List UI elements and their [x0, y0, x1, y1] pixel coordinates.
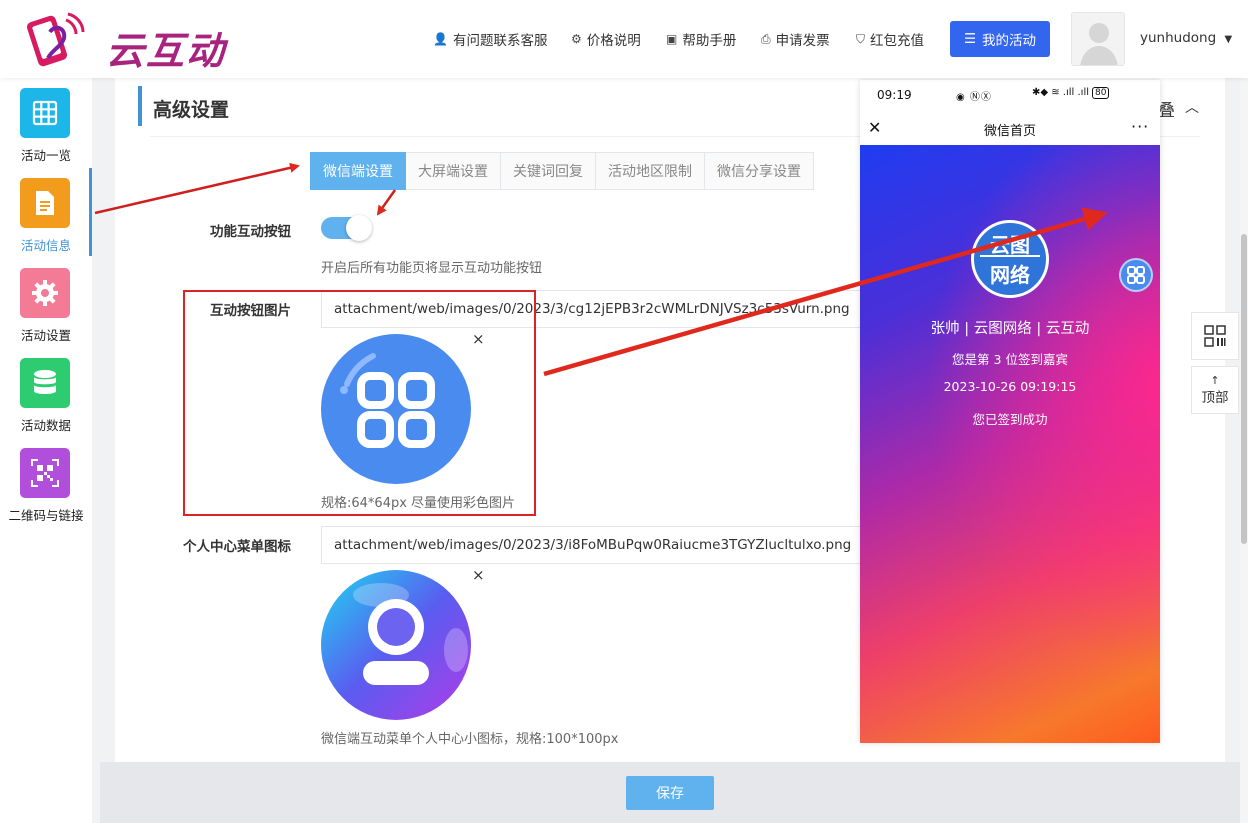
sidebar-item-label: 活动信息 — [20, 238, 71, 253]
top-header: 云互动 👤 有问题联系客服 ⚙ 价格说明 ▣ 帮助手册 ⎙ 申请发票 ⛉ 红包充… — [0, 0, 1248, 78]
sidebar-item-qrcode-link[interactable]: 二维码与链接 — [0, 438, 92, 526]
toggle-hint: 开启后所有功能页将显示互动功能按钮 — [321, 261, 543, 276]
nav-recharge[interactable]: ⛉ 红包充值 — [856, 29, 925, 50]
book-icon: ▣ — [666, 32, 678, 46]
sidebar-item-activity-info[interactable]: 活动信息 — [0, 168, 92, 256]
sidebar-item-label: 活动数据 — [20, 418, 71, 433]
sidebar: 活动一览 活动信息 活动设置 活动数据 二维码与链接 — [0, 78, 92, 823]
sidebar-item-label: 活动设置 — [20, 328, 71, 343]
sidebar-item-label: 二维码与链接 — [8, 508, 84, 523]
grid-icon — [20, 88, 70, 138]
list-icon: ☰ — [963, 31, 977, 47]
nav-help-manual-label: 帮助手册 — [682, 33, 737, 49]
more-icon[interactable]: ··· — [1131, 117, 1149, 136]
nav-contact-support-label: 有问题联系客服 — [452, 33, 548, 49]
highlight-box — [183, 290, 536, 516]
interaction-button-toggle[interactable] — [321, 215, 372, 241]
sidebar-item-activity-settings[interactable]: 活动设置 — [0, 258, 92, 346]
back-to-top-button[interactable]: ↑ 顶部 — [1191, 366, 1239, 414]
my-activity-label: 我的活动 — [982, 33, 1037, 49]
guest-name: 张帅 | 云图网络 | 云互动 — [930, 321, 1090, 337]
sidebar-item-label: 活动一览 — [20, 148, 71, 163]
tab-wechat-settings[interactable]: 微信端设置 — [310, 152, 406, 190]
arrow-up-icon: ↑ — [1210, 373, 1220, 387]
back-to-top-label: 顶部 — [1201, 389, 1229, 406]
user-avatar-icon — [1072, 13, 1124, 65]
phone-status-bar: 09:19 ◉ ⓃⓍ ✱◆ ≋ .ıll .ıll 80 — [860, 80, 1160, 110]
company-logo: 云图 网络 — [971, 220, 1049, 298]
phone-page-title: 微信首页 — [983, 124, 1036, 139]
gear-icon — [20, 268, 70, 318]
phone-time: 09:19 — [877, 88, 912, 102]
database-icon — [20, 358, 70, 408]
menu-icon-hint: 微信端互动菜单个人中心小图标，规格:100*100px — [321, 732, 619, 747]
tab-wechat-share[interactable]: 微信分享设置 — [705, 152, 814, 190]
remove-menu-icon[interactable]: × — [472, 566, 485, 584]
nav-help-manual[interactable]: ▣ 帮助手册 — [666, 29, 736, 49]
sign-in-status: 您已签到成功 — [972, 412, 1048, 427]
battery-level: 80 — [1092, 87, 1110, 99]
tab-region-limit[interactable]: 活动地区限制 — [596, 152, 705, 190]
logo-text: 云互动 — [106, 29, 227, 73]
apps-grid-icon — [1127, 266, 1145, 284]
qrcode-icon — [20, 448, 70, 498]
menu-icon-path-input[interactable]: attachment/web/images/0/2023/3/i8FoMBuPq… — [321, 526, 860, 564]
phone-interaction-button[interactable] — [1119, 258, 1153, 292]
sign-in-rank: 您是第 3 位签到嘉宾 — [952, 352, 1068, 367]
sidebar-item-activity-list[interactable]: 活动一览 — [0, 78, 92, 166]
section-title: 高级设置 — [153, 99, 230, 121]
phone-screen: 云图 网络 张帅 | 云图网络 | 云互动 您是第 3 位签到嘉宾 2023-1… — [860, 145, 1160, 743]
nav-invoice-label: 申请发票 — [775, 33, 830, 49]
my-activity-button[interactable]: ☰ 我的活动 — [950, 21, 1050, 57]
sign-in-time: 2023-10-26 09:19:15 — [943, 379, 1077, 394]
app-logo[interactable]: 云互动 — [22, 10, 232, 73]
shield-icon: ⛉ — [856, 31, 866, 46]
signal-icons: ✱◆ ≋ .ıll .ıll 80 — [1032, 87, 1110, 99]
logo-line-1: 云图 — [990, 233, 1030, 257]
logo-line-2: 网络 — [980, 255, 1040, 288]
save-button[interactable]: 保存 — [626, 776, 714, 810]
personal-center-icon-preview — [321, 570, 471, 720]
document-icon — [20, 178, 70, 228]
nav-contact-support[interactable]: 👤 有问题联系客服 — [433, 29, 547, 49]
phone-preview: 09:19 ◉ ⓃⓍ ✱◆ ≋ .ıll .ıll 80 ✕ 微信首页 ··· 云… — [860, 80, 1160, 743]
menu-icon-label: 个人中心菜单图标 — [183, 539, 291, 555]
nav-invoice[interactable]: ⎙ 申请发票 — [761, 29, 830, 50]
section-accent-bar — [138, 86, 142, 126]
avatar[interactable] — [1071, 12, 1125, 66]
username-menu[interactable]: yunhudong ▼ — [1140, 30, 1232, 46]
phone-nav-bar: ✕ 微信首页 ··· — [860, 110, 1160, 145]
gear-icon: ⚙ — [571, 32, 582, 46]
user-profile-icon — [321, 570, 471, 720]
printer-icon: ⎙ — [761, 31, 771, 46]
toggle-label: 功能互动按钮 — [210, 224, 291, 240]
tab-keyword-reply[interactable]: 关键词回复 — [501, 152, 596, 190]
settings-tabs: 微信端设置 大屏端设置 关键词回复 活动地区限制 微信分享设置 — [310, 152, 814, 190]
chevron-up-icon[interactable]: ︿ — [1185, 97, 1199, 117]
toggle-knob — [346, 215, 372, 241]
nav-pricing-label: 价格说明 — [586, 33, 641, 49]
caret-down-icon: ▼ — [1224, 34, 1233, 45]
qrcode-icon — [1204, 325, 1226, 347]
collapse-label[interactable]: 叠 — [1158, 96, 1175, 121]
scrollbar-thumb[interactable] — [1241, 234, 1247, 544]
sidebar-item-activity-data[interactable]: 活动数据 — [0, 348, 92, 436]
qrcode-float-button[interactable] — [1191, 312, 1239, 360]
nav-recharge-label: 红包充值 — [870, 33, 925, 49]
tab-bigscreen-settings[interactable]: 大屏端设置 — [406, 152, 501, 190]
username-label: yunhudong — [1140, 30, 1217, 46]
user-plus-icon: 👤 — [433, 32, 448, 46]
phone-logo-icon — [26, 12, 85, 67]
nav-pricing[interactable]: ⚙ 价格说明 — [571, 29, 641, 49]
status-icons: ◉ ⓃⓍ — [956, 92, 992, 103]
